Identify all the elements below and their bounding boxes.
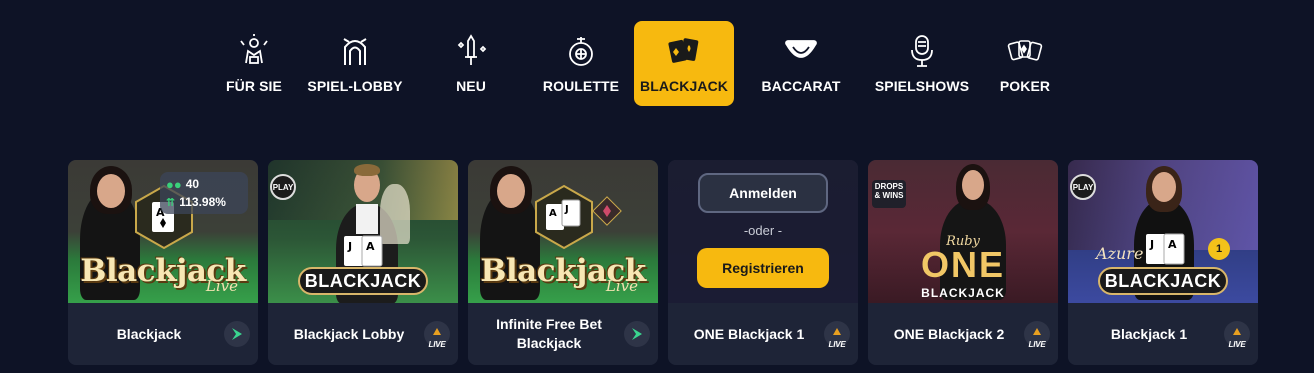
or-separator: -oder - — [743, 223, 783, 238]
play-badge: PLAY — [270, 174, 296, 200]
game-card-blackjack[interactable]: A ●● 40 ⇈ 113.98% Blackjack Live Blackjack — [68, 160, 258, 365]
svg-text:J: J — [564, 204, 569, 215]
diamond-deco-icon — [592, 196, 622, 226]
nav-item-roulette[interactable]: ROULETTE — [528, 21, 634, 106]
dealer-shirt — [356, 204, 378, 234]
dealer-head — [497, 174, 525, 208]
nav-label: POKER — [999, 78, 1051, 94]
brand-top: Azure — [1096, 244, 1144, 263]
live-provider-icon: LIVE — [1224, 321, 1250, 349]
nav-item-fuer-sie[interactable]: FÜR SIE — [212, 21, 296, 106]
register-button[interactable]: Registrieren — [697, 248, 829, 288]
game-title: Blackjack 1 — [1110, 325, 1188, 342]
lobby-arch-icon — [337, 33, 373, 69]
login-button[interactable]: Anmelden — [698, 173, 828, 213]
nav-item-spielshows[interactable]: SPIELSHOWS — [868, 21, 976, 106]
game-thumbnail: PLAY J A 1 Azure BLACKJACK — [1068, 160, 1258, 303]
game-logo-plate: BLACKJACK — [1098, 267, 1228, 295]
baccarat-table-icon — [783, 33, 819, 69]
game-logo-plate: BLACKJACK — [298, 267, 428, 295]
game-thumbnail: Anmelden -oder - Registrieren — [668, 160, 858, 303]
game-thumbnail: PLAY J A BLACKJACK — [268, 160, 458, 303]
playing-cards-icon: J A — [1146, 233, 1185, 265]
category-nav: FÜR SIE SPIEL-LOBBY NEU ROULETTE BLACKJA… — [212, 21, 1074, 106]
live-tag: LIVE — [428, 340, 446, 349]
play-badge: PLAY — [1070, 174, 1096, 200]
nav-label: SPIELSHOWS — [874, 78, 970, 94]
live-provider-icon: LIVE — [824, 321, 850, 349]
live-tag: LIVE — [828, 340, 846, 349]
nav-item-poker[interactable]: POKER — [976, 21, 1074, 106]
login-overlay: Anmelden -oder - Registrieren — [668, 160, 858, 303]
game-title: Blackjack Lobby — [293, 325, 405, 342]
svg-text:A: A — [366, 240, 375, 253]
svg-text:J: J — [1149, 238, 1154, 251]
players-icon: ●● — [166, 176, 182, 192]
dealer-head — [1152, 172, 1176, 202]
player-count: 40 — [185, 177, 200, 191]
game-card-one-blackjack-2[interactable]: DROPS & WINS Ruby ONE BLACKJACK ONE Blac… — [868, 160, 1058, 365]
nav-item-neu[interactable]: NEU — [414, 21, 528, 106]
live-tag: LIVE — [1028, 340, 1046, 349]
brand-sub: BLACKJACK — [921, 286, 1005, 300]
game-thumbnail: DROPS & WINS Ruby ONE BLACKJACK — [868, 160, 1058, 303]
rtp-value: 113.98% — [179, 195, 226, 209]
nav-item-spiel-lobby[interactable]: SPIEL-LOBBY — [296, 21, 414, 106]
svg-text:A: A — [549, 208, 557, 219]
nav-label: BACCARAT — [761, 78, 841, 94]
dealer-hair — [354, 164, 380, 176]
cards-icon — [666, 33, 702, 69]
card-footer: ONE Blackjack 1 LIVE — [668, 303, 858, 365]
game-title: Infinite Free Bet Blackjack — [496, 316, 602, 351]
nav-label: SPIEL-LOBBY — [307, 78, 403, 94]
rtp-arrow-icon: ⇈ — [166, 196, 176, 209]
live-provider-icon: LIVE — [1024, 321, 1050, 349]
live-stats-badge: ●● 40 ⇈ 113.98% — [160, 172, 248, 214]
game-title: Blackjack — [116, 325, 182, 342]
card-footer: Blackjack 1 LIVE — [1068, 303, 1258, 365]
microphone-icon — [904, 33, 940, 69]
game-card-one-blackjack-1[interactable]: Anmelden -oder - Registrieren ONE Blackj… — [668, 160, 858, 365]
game-logo-sub: Live — [205, 277, 238, 295]
svg-text:A: A — [1168, 238, 1177, 251]
for-you-icon — [236, 33, 272, 69]
roulette-icon — [563, 33, 599, 69]
game-title: ONE Blackjack 1 — [693, 325, 805, 342]
playing-cards-icon: J A — [344, 235, 383, 267]
game-grid: A ●● 40 ⇈ 113.98% Blackjack Live Blackjack — [68, 160, 1258, 365]
drops-wins-badge: DROPS & WINS — [872, 180, 906, 208]
game-thumbnail: A J Blackjack Live — [468, 160, 658, 303]
sword-sparkle-icon — [453, 33, 489, 69]
green-provider-icon — [624, 321, 650, 347]
nav-label: NEU — [456, 78, 486, 94]
game-logo-sub: Live — [605, 277, 638, 295]
dealer-head — [97, 174, 125, 208]
nav-label: FÜR SIE — [226, 78, 282, 94]
live-tag: LIVE — [1228, 340, 1246, 349]
svg-text:J: J — [347, 240, 352, 253]
nav-item-baccarat[interactable]: BACCARAT — [734, 21, 868, 106]
game-card-infinite-free-bet-blackjack[interactable]: A J Blackjack Live Infinite Free Bet Bla… — [468, 160, 658, 365]
card-footer: ONE Blackjack 2 LIVE — [868, 303, 1058, 365]
card-footer: Blackjack — [68, 303, 258, 365]
game-thumbnail: A ●● 40 ⇈ 113.98% Blackjack Live — [68, 160, 258, 303]
live-provider-icon: LIVE — [424, 321, 450, 349]
game-card-blackjack-lobby[interactable]: PLAY J A BLACKJACK Blackjack Lobby LIVE — [268, 160, 458, 365]
nav-label: ROULETTE — [542, 78, 620, 94]
card-emblem-icon: A J — [535, 184, 593, 250]
game-card-blackjack-1[interactable]: PLAY J A 1 Azure BLACKJACK Blackjack 1 L… — [1068, 160, 1258, 365]
nav-item-blackjack[interactable]: BLACKJACK — [634, 21, 734, 106]
dealer-head — [962, 170, 984, 200]
card-footer: Infinite Free Bet Blackjack — [468, 303, 658, 365]
game-title: ONE Blackjack 2 — [893, 325, 1005, 342]
nav-label: BLACKJACK — [639, 78, 728, 94]
brand-main: ONE — [920, 244, 1005, 285]
green-provider-icon — [224, 321, 250, 347]
coin-icon: 1 — [1208, 238, 1230, 260]
poker-cards-icon — [1007, 33, 1043, 69]
card-footer: Blackjack Lobby LIVE — [268, 303, 458, 365]
